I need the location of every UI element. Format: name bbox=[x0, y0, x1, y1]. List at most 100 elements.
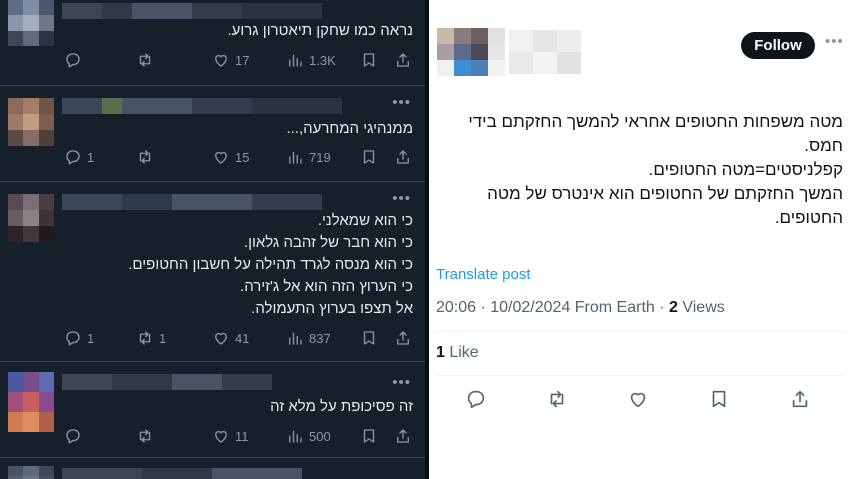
reply-icon bbox=[66, 150, 80, 165]
reply-count: 1 bbox=[87, 330, 95, 346]
username-blurred bbox=[62, 194, 322, 210]
bookmark-button[interactable] bbox=[708, 388, 730, 415]
retweet-button[interactable] bbox=[546, 388, 568, 415]
username-blurred bbox=[62, 3, 322, 19]
view-count: 719 bbox=[309, 149, 331, 165]
share-icon bbox=[397, 150, 409, 164]
like-icon bbox=[630, 392, 646, 408]
tweet-actions: 1 1 41 837 bbox=[64, 328, 414, 348]
reply-button[interactable] bbox=[465, 388, 487, 415]
bookmark-icon bbox=[363, 150, 375, 164]
avatar[interactable] bbox=[8, 372, 54, 432]
share-icon bbox=[397, 331, 409, 345]
post-timestamp[interactable]: 20:06 · 10/02/2024 From Earth · bbox=[436, 299, 669, 316]
post-text: מטה משפחות החטופים אחראי להמשך החזקתם בי… bbox=[468, 112, 843, 227]
retweet-button[interactable] bbox=[136, 148, 154, 166]
share-icon bbox=[792, 390, 808, 408]
divider bbox=[436, 331, 844, 332]
reply-icon bbox=[66, 331, 80, 346]
share-icon bbox=[397, 53, 409, 67]
share-button[interactable] bbox=[394, 51, 412, 69]
like-button[interactable]: 41 bbox=[212, 329, 249, 347]
views-button[interactable]: 837 bbox=[286, 329, 331, 347]
retweet-icon bbox=[550, 390, 564, 408]
retweet-icon bbox=[139, 53, 151, 67]
like-button[interactable]: 11 bbox=[212, 427, 249, 445]
divider bbox=[436, 375, 844, 376]
tweet-text: זה פסיכופת על מלא זה bbox=[270, 398, 413, 415]
username-blurred bbox=[62, 468, 302, 479]
retweet-button[interactable] bbox=[136, 51, 154, 69]
more-options-button[interactable]: ••• bbox=[392, 375, 411, 390]
views-icon bbox=[289, 332, 302, 345]
avatar[interactable] bbox=[437, 28, 505, 76]
avatar[interactable] bbox=[8, 98, 54, 146]
share-button[interactable] bbox=[789, 388, 811, 415]
views-icon bbox=[289, 151, 302, 164]
post-detail-panel: Follow ••• מטה משפחות החטופים אחראי להמש… bbox=[429, 0, 850, 479]
username-blurred bbox=[62, 374, 272, 390]
like-button[interactable]: 15 bbox=[212, 148, 249, 166]
bookmark-icon bbox=[363, 331, 375, 345]
tweet-actions: 1 15 719 bbox=[64, 147, 414, 167]
tweet-actions: 11 500 bbox=[64, 426, 414, 446]
bookmark-button[interactable] bbox=[360, 148, 378, 166]
feed-tweet[interactable]: ••• כי הוא שמאלני. כי הוא חבר של זהבה גל… bbox=[0, 182, 425, 362]
reply-button[interactable]: 1 bbox=[64, 148, 94, 166]
view-count: 837 bbox=[309, 330, 331, 346]
follow-button[interactable]: Follow bbox=[741, 32, 815, 59]
more-options-button[interactable]: ••• bbox=[825, 34, 844, 49]
reply-button[interactable] bbox=[64, 427, 82, 445]
retweet-icon bbox=[139, 150, 151, 164]
retweet-button[interactable]: 1 bbox=[136, 329, 166, 347]
reply-icon bbox=[467, 390, 485, 409]
like-count: 15 bbox=[235, 149, 250, 165]
bookmark-icon bbox=[363, 429, 375, 443]
reply-count: 1 bbox=[87, 149, 95, 165]
views-button[interactable]: 1.3K bbox=[286, 51, 336, 69]
like-icon bbox=[215, 151, 227, 164]
share-button[interactable] bbox=[394, 427, 412, 445]
retweet-button[interactable] bbox=[136, 427, 154, 445]
views-button[interactable]: 719 bbox=[286, 148, 331, 166]
views-icon bbox=[289, 54, 302, 67]
like-button[interactable] bbox=[627, 388, 649, 415]
share-icon bbox=[397, 429, 409, 443]
bookmark-button[interactable] bbox=[360, 51, 378, 69]
reply-icon bbox=[66, 429, 80, 444]
likes-count: 1 bbox=[436, 344, 445, 361]
like-icon bbox=[215, 332, 227, 345]
translate-post-link[interactable]: Translate post bbox=[436, 266, 531, 283]
share-button[interactable] bbox=[394, 329, 412, 347]
view-count: 500 bbox=[309, 428, 331, 444]
more-options-button[interactable]: ••• bbox=[392, 191, 411, 206]
views-button[interactable]: 500 bbox=[286, 427, 331, 445]
like-count: 11 bbox=[235, 428, 249, 444]
tweet-text: כי הוא שמאלני. כי הוא חבר של זהבה גלאון.… bbox=[128, 212, 413, 317]
reply-button[interactable] bbox=[64, 51, 82, 69]
avatar[interactable] bbox=[8, 194, 54, 242]
avatar[interactable] bbox=[8, 0, 54, 46]
reply-icon bbox=[66, 53, 80, 68]
tweet-actions: 17 1.3K bbox=[64, 50, 414, 70]
views-icon bbox=[289, 430, 302, 443]
feed-tweet[interactable]: ••• זה פסיכופת על מלא זה 11 500 bbox=[0, 362, 425, 458]
reply-button[interactable]: 1 bbox=[64, 329, 94, 347]
more-options-button[interactable]: ••• bbox=[392, 95, 411, 110]
avatar[interactable] bbox=[8, 466, 54, 479]
feed-tweet[interactable]: נראה כמו שחקן תיאטרון גרוע. 17 1.3K bbox=[0, 0, 425, 86]
share-button[interactable] bbox=[394, 148, 412, 166]
views-label: Views bbox=[677, 299, 725, 316]
like-button[interactable]: 17 bbox=[212, 51, 249, 69]
bookmark-icon bbox=[363, 53, 375, 67]
likes-summary[interactable]: 1 Like bbox=[436, 344, 479, 362]
view-count: 1.3K bbox=[309, 52, 336, 68]
tweet-text: ממנהיגי המחרעה,... bbox=[286, 120, 413, 137]
bookmark-button[interactable] bbox=[360, 427, 378, 445]
feed-tweet[interactable]: ••• ממנהיגי המחרעה,... 1 15 719 bbox=[0, 86, 425, 182]
like-icon bbox=[215, 430, 227, 443]
username-blurred bbox=[509, 30, 581, 74]
feed-tweet[interactable] bbox=[0, 458, 425, 479]
bookmark-button[interactable] bbox=[360, 329, 378, 347]
username-blurred bbox=[62, 98, 342, 114]
